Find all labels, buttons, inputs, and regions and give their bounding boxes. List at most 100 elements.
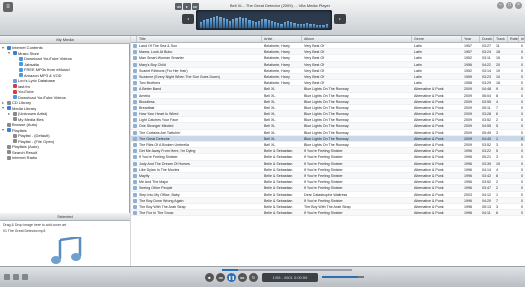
music-note-icon[interactable]	[46, 237, 86, 265]
expand-toggle-icon[interactable]	[8, 139, 12, 143]
expand-toggle-icon[interactable]	[2, 150, 6, 154]
media-player-window: ≡ ◂◂ ▸ ▸▸ Bell XL - The Great Detector (…	[0, 0, 525, 287]
expand-toggle-icon[interactable]: ▾	[2, 106, 6, 110]
column-header[interactable]: Track	[494, 36, 508, 42]
minimize-button[interactable]: –	[497, 2, 504, 9]
mini-prev-button[interactable]: ◂◂	[175, 3, 183, 10]
track-cell: 0	[521, 50, 523, 55]
track-cell: Alternative & Punk	[414, 180, 444, 185]
track-cell	[508, 154, 519, 159]
folder-icon	[13, 139, 17, 144]
column-header[interactable]: Year	[462, 36, 480, 42]
stop-button[interactable]: ■	[205, 273, 214, 282]
expand-toggle-icon[interactable]	[2, 123, 6, 127]
track-cell: 1956	[464, 62, 472, 67]
track-cell: 0	[521, 44, 523, 48]
spectrum-bar	[219, 17, 222, 28]
transport-bar: ■ ◂◂ ❚❚ ▸▸ ↻ 1/06 - 0601 0:00:59	[0, 266, 525, 287]
repeat-button[interactable]: ↻	[249, 273, 258, 282]
cover-art-hint: Drag & Drop image here to add cover art	[3, 223, 67, 227]
column-header[interactable]: Artist	[262, 36, 302, 42]
spectrum-bar	[264, 18, 267, 28]
expand-toggle-icon[interactable]: ▸	[8, 111, 12, 116]
track-cell: 10	[496, 74, 500, 79]
folder-icon	[19, 73, 23, 78]
column-header[interactable]: Title	[137, 36, 262, 42]
track-cell	[508, 123, 519, 128]
track-cell: 05:21	[482, 155, 491, 160]
pause-button[interactable]: ❚❚	[227, 273, 236, 282]
folder-icon	[13, 78, 17, 83]
track-cell: 03:29	[482, 81, 491, 86]
track-cell: Bloodless	[139, 99, 155, 104]
spectrum-bar	[209, 17, 212, 28]
column-header[interactable]: Durati...	[480, 36, 494, 42]
track-cell: 2009	[464, 112, 472, 117]
mini-playback-controls: ◂◂ ▸ ▸▸	[175, 3, 199, 10]
expand-toggle-icon[interactable]	[2, 145, 6, 149]
window-controls: – □ ×	[497, 2, 522, 9]
previous-button[interactable]: ◂◂	[216, 273, 225, 282]
column-header[interactable]: #C	[519, 36, 525, 42]
expand-toggle-icon[interactable]	[8, 90, 12, 94]
expand-toggle-icon[interactable]	[14, 68, 18, 72]
expand-toggle-icon[interactable]	[14, 57, 18, 61]
track-cell: 1957	[464, 44, 472, 48]
expand-toggle-icon[interactable]	[14, 73, 18, 77]
track-cell: 03:22	[482, 149, 491, 154]
track-cell: 3	[496, 204, 498, 209]
expand-toggle-icon[interactable]	[8, 134, 12, 138]
track-cell: Very Best Of	[304, 74, 325, 79]
track-cell: Bell XL	[264, 93, 276, 98]
track-cell: Latin	[414, 74, 422, 79]
track-cell: 0	[521, 173, 523, 178]
expand-toggle-icon[interactable]	[8, 117, 12, 121]
tree-item[interactable]: Internet Radio	[0, 155, 130, 161]
lcd-right-button[interactable]: ▸	[334, 14, 346, 24]
track-row[interactable]: The Fox In The Snow Belle & Sebastian If Y…	[131, 210, 525, 217]
expand-toggle-icon[interactable]: ▾	[2, 128, 6, 132]
expand-toggle-icon[interactable]	[8, 79, 12, 83]
maximize-button[interactable]: □	[506, 2, 513, 9]
track-cell: 05:49	[482, 130, 491, 135]
expand-toggle-icon[interactable]	[8, 95, 12, 99]
expand-toggle-icon[interactable]	[14, 62, 18, 66]
spectrum-bar	[325, 24, 328, 28]
mini-play-button[interactable]: ▸	[183, 3, 191, 10]
repeat-icon[interactable]	[13, 274, 19, 280]
track-cell: 0	[521, 143, 523, 147]
volume-level	[322, 276, 358, 278]
track-cell: 05:13	[482, 204, 491, 209]
expand-toggle-icon[interactable]: ▾	[2, 45, 6, 50]
equalizer-icon[interactable]	[22, 274, 28, 280]
expand-toggle-icon[interactable]	[2, 156, 6, 160]
expand-toggle-icon[interactable]: ▾	[8, 51, 12, 55]
seek-bar[interactable]	[222, 269, 352, 271]
menu-icon[interactable]: ≡	[3, 2, 13, 12]
track-cell: 2009	[464, 99, 472, 104]
column-header[interactable]: Album	[302, 36, 412, 42]
track-cell: Blue Lights On The Runway	[304, 143, 349, 147]
column-header[interactable]: Genre	[412, 36, 462, 42]
track-cell: The Ribs Of A Broken Umbrella	[139, 143, 189, 147]
track-cell	[508, 130, 519, 135]
spectrum-bar	[206, 18, 209, 28]
close-button[interactable]: ×	[515, 2, 522, 9]
next-button[interactable]: ▸▸	[238, 273, 247, 282]
volume-slider[interactable]	[322, 276, 364, 278]
track-cell: Alternative & Punk	[414, 99, 444, 104]
lcd-left-button[interactable]: ◂	[182, 14, 194, 24]
expand-toggle-icon[interactable]	[8, 84, 12, 88]
track-cell: Belle & Sebastian	[264, 161, 293, 166]
track-cell: Breadfast	[139, 105, 155, 110]
track-cell: Alternative & Punk	[414, 149, 444, 154]
track-cell: Bell XL	[264, 87, 276, 92]
track-cell	[508, 68, 519, 73]
spectrum-bar	[274, 22, 277, 28]
shuffle-icon[interactable]	[4, 274, 10, 280]
expand-toggle-icon[interactable]: ▸	[2, 100, 6, 105]
track-cell: 7	[496, 198, 498, 203]
mini-next-button[interactable]: ▸▸	[191, 3, 199, 10]
track-cell: The Curtains Are Twitchin'	[139, 130, 181, 135]
column-header[interactable]: Rating	[508, 36, 519, 42]
